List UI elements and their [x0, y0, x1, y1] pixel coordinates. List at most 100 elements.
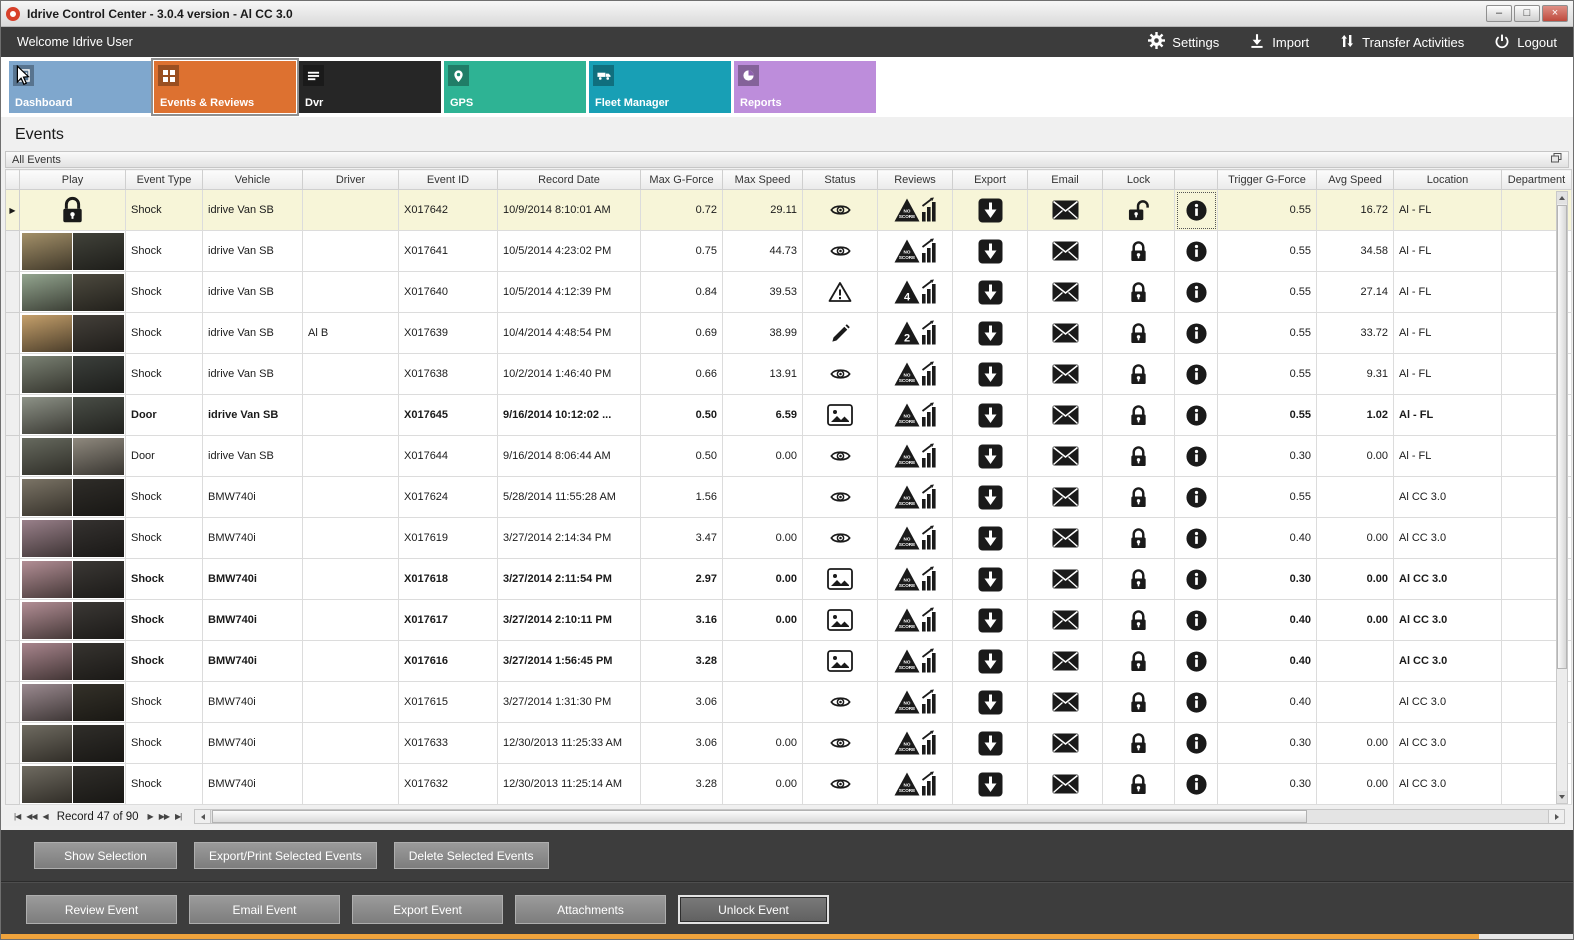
- event-thumbnail[interactable]: [21, 232, 124, 270]
- reviews-score-icon[interactable]: NO SCORE: [877, 394, 953, 436]
- email-icon[interactable]: [1027, 476, 1103, 518]
- transfer-activities-button[interactable]: Transfer Activities: [1339, 33, 1464, 52]
- column-header-location[interactable]: Location: [1393, 169, 1502, 190]
- export-icon[interactable]: [952, 189, 1028, 231]
- lock-icon[interactable]: [1102, 558, 1175, 600]
- info-icon[interactable]: [1174, 476, 1218, 518]
- column-header-email[interactable]: Email: [1027, 169, 1103, 190]
- status-eye-icon[interactable]: [802, 517, 878, 559]
- last-record-button[interactable]: ▶|: [172, 812, 184, 821]
- email-icon[interactable]: [1027, 558, 1103, 600]
- export-icon[interactable]: [952, 763, 1028, 805]
- event-thumbnail[interactable]: [21, 314, 124, 352]
- event-row[interactable]: Door idrive Van SB X017645 9/16/2014 10:12:…: [5, 394, 1572, 436]
- reviews-score-icon[interactable]: 4: [877, 271, 953, 313]
- info-icon[interactable]: [1174, 517, 1218, 559]
- undock-icon[interactable]: [1551, 153, 1562, 166]
- reviews-score-icon[interactable]: NO SCORE: [877, 230, 953, 272]
- play-cell[interactable]: [19, 640, 126, 682]
- play-cell[interactable]: [19, 681, 126, 723]
- export-icon[interactable]: [952, 271, 1028, 313]
- column-header-info[interactable]: [1174, 169, 1218, 190]
- info-icon[interactable]: [1174, 312, 1218, 354]
- event-row[interactable]: Shock BMW740i X017633 12/30/2013 11:25:33 A…: [5, 722, 1572, 764]
- status-eye-icon[interactable]: [802, 353, 878, 395]
- play-cell[interactable]: [19, 353, 126, 395]
- status-eye-icon[interactable]: [802, 476, 878, 518]
- email-icon[interactable]: [1027, 353, 1103, 395]
- email-icon[interactable]: [1027, 394, 1103, 436]
- column-header-max-g-force[interactable]: Max G-Force: [640, 169, 723, 190]
- event-thumbnail[interactable]: [21, 560, 124, 598]
- maximize-button[interactable]: □: [1514, 5, 1540, 22]
- status-image-icon[interactable]: [802, 599, 878, 641]
- review-event-button[interactable]: Review Event: [26, 895, 177, 924]
- event-thumbnail[interactable]: [21, 478, 124, 516]
- show-selection-button[interactable]: Show Selection: [34, 842, 177, 869]
- email-icon[interactable]: [1027, 230, 1103, 272]
- prev-page-button[interactable]: ◀◀: [23, 812, 39, 821]
- play-cell[interactable]: [19, 517, 126, 559]
- status-eye-icon[interactable]: [802, 435, 878, 477]
- logout-button[interactable]: Logout: [1494, 33, 1557, 52]
- lock-icon[interactable]: [1102, 312, 1175, 354]
- close-button[interactable]: ×: [1542, 5, 1568, 22]
- scroll-down-button[interactable]: [1557, 791, 1567, 803]
- column-header-max-speed[interactable]: Max Speed: [722, 169, 803, 190]
- tile-dvr[interactable]: Dvr: [299, 61, 441, 113]
- status-warning-icon[interactable]: [802, 271, 878, 313]
- play-cell[interactable]: [19, 394, 126, 436]
- lock-icon[interactable]: [1102, 681, 1175, 723]
- event-row[interactable]: Shock BMW740i X017617 3/27/2014 2:10:11 PM 3…: [5, 599, 1572, 641]
- export-icon[interactable]: [952, 230, 1028, 272]
- lock-icon[interactable]: [1102, 353, 1175, 395]
- email-icon[interactable]: [1027, 599, 1103, 641]
- status-image-icon[interactable]: [802, 640, 878, 682]
- export-icon[interactable]: [952, 312, 1028, 354]
- email-icon[interactable]: [1027, 517, 1103, 559]
- settings-button[interactable]: Settings: [1148, 32, 1219, 52]
- event-thumbnail[interactable]: [21, 642, 124, 680]
- export-icon[interactable]: [952, 517, 1028, 559]
- column-header-lock[interactable]: Lock: [1102, 169, 1175, 190]
- scroll-right-button[interactable]: [1548, 810, 1564, 823]
- lock-icon[interactable]: [1102, 517, 1175, 559]
- info-icon[interactable]: [1174, 394, 1218, 436]
- horizontal-scrollbar[interactable]: [194, 809, 1565, 824]
- lock-icon[interactable]: [1102, 230, 1175, 272]
- play-cell[interactable]: [19, 763, 126, 805]
- lock-icon[interactable]: [1102, 599, 1175, 641]
- email-icon[interactable]: [1027, 189, 1103, 231]
- info-icon[interactable]: [1174, 640, 1218, 682]
- export-icon[interactable]: [952, 599, 1028, 641]
- status-eye-icon[interactable]: [802, 189, 878, 231]
- export-icon[interactable]: [952, 435, 1028, 477]
- event-thumbnail[interactable]: [21, 273, 124, 311]
- event-thumbnail[interactable]: [21, 683, 124, 721]
- email-icon[interactable]: [1027, 271, 1103, 313]
- info-icon[interactable]: [1174, 230, 1218, 272]
- column-header-reviews[interactable]: Reviews: [877, 169, 953, 190]
- vertical-scroll-thumb[interactable]: [1557, 205, 1567, 670]
- reviews-score-icon[interactable]: NO SCORE: [877, 517, 953, 559]
- group-bar[interactable]: All Events: [5, 151, 1569, 168]
- event-thumbnail[interactable]: [21, 519, 124, 557]
- play-cell[interactable]: [19, 476, 126, 518]
- column-header-driver[interactable]: Driver: [302, 169, 399, 190]
- scroll-up-button[interactable]: [1557, 192, 1567, 204]
- tile-events-reviews[interactable]: Events & Reviews: [151, 58, 299, 116]
- event-row[interactable]: Shock BMW740i X017619 3/27/2014 2:14:34 PM 3…: [5, 517, 1572, 559]
- lock-icon[interactable]: [1102, 271, 1175, 313]
- event-row[interactable]: Shock idrive Van SB Al B X017639 10/4/2014 4…: [5, 312, 1572, 354]
- play-cell[interactable]: [19, 435, 126, 477]
- email-icon[interactable]: [1027, 763, 1103, 805]
- event-row[interactable]: Shock BMW740i X017615 3/27/2014 1:31:30 PM 3…: [5, 681, 1572, 723]
- event-thumbnail[interactable]: [21, 724, 124, 762]
- event-row[interactable]: Shock BMW740i X017632 12/30/2013 11:25:14 A…: [5, 763, 1572, 805]
- titlebar[interactable]: Idrive Control Center - 3.0.4 version - …: [1, 1, 1573, 27]
- info-icon[interactable]: [1174, 722, 1218, 764]
- event-row[interactable]: Shock idrive Van SB X017640 10/5/2014 4:12:…: [5, 271, 1572, 313]
- email-icon[interactable]: [1027, 640, 1103, 682]
- info-icon[interactable]: [1174, 599, 1218, 641]
- export-print-selected-button[interactable]: Export/Print Selected Events: [194, 842, 377, 869]
